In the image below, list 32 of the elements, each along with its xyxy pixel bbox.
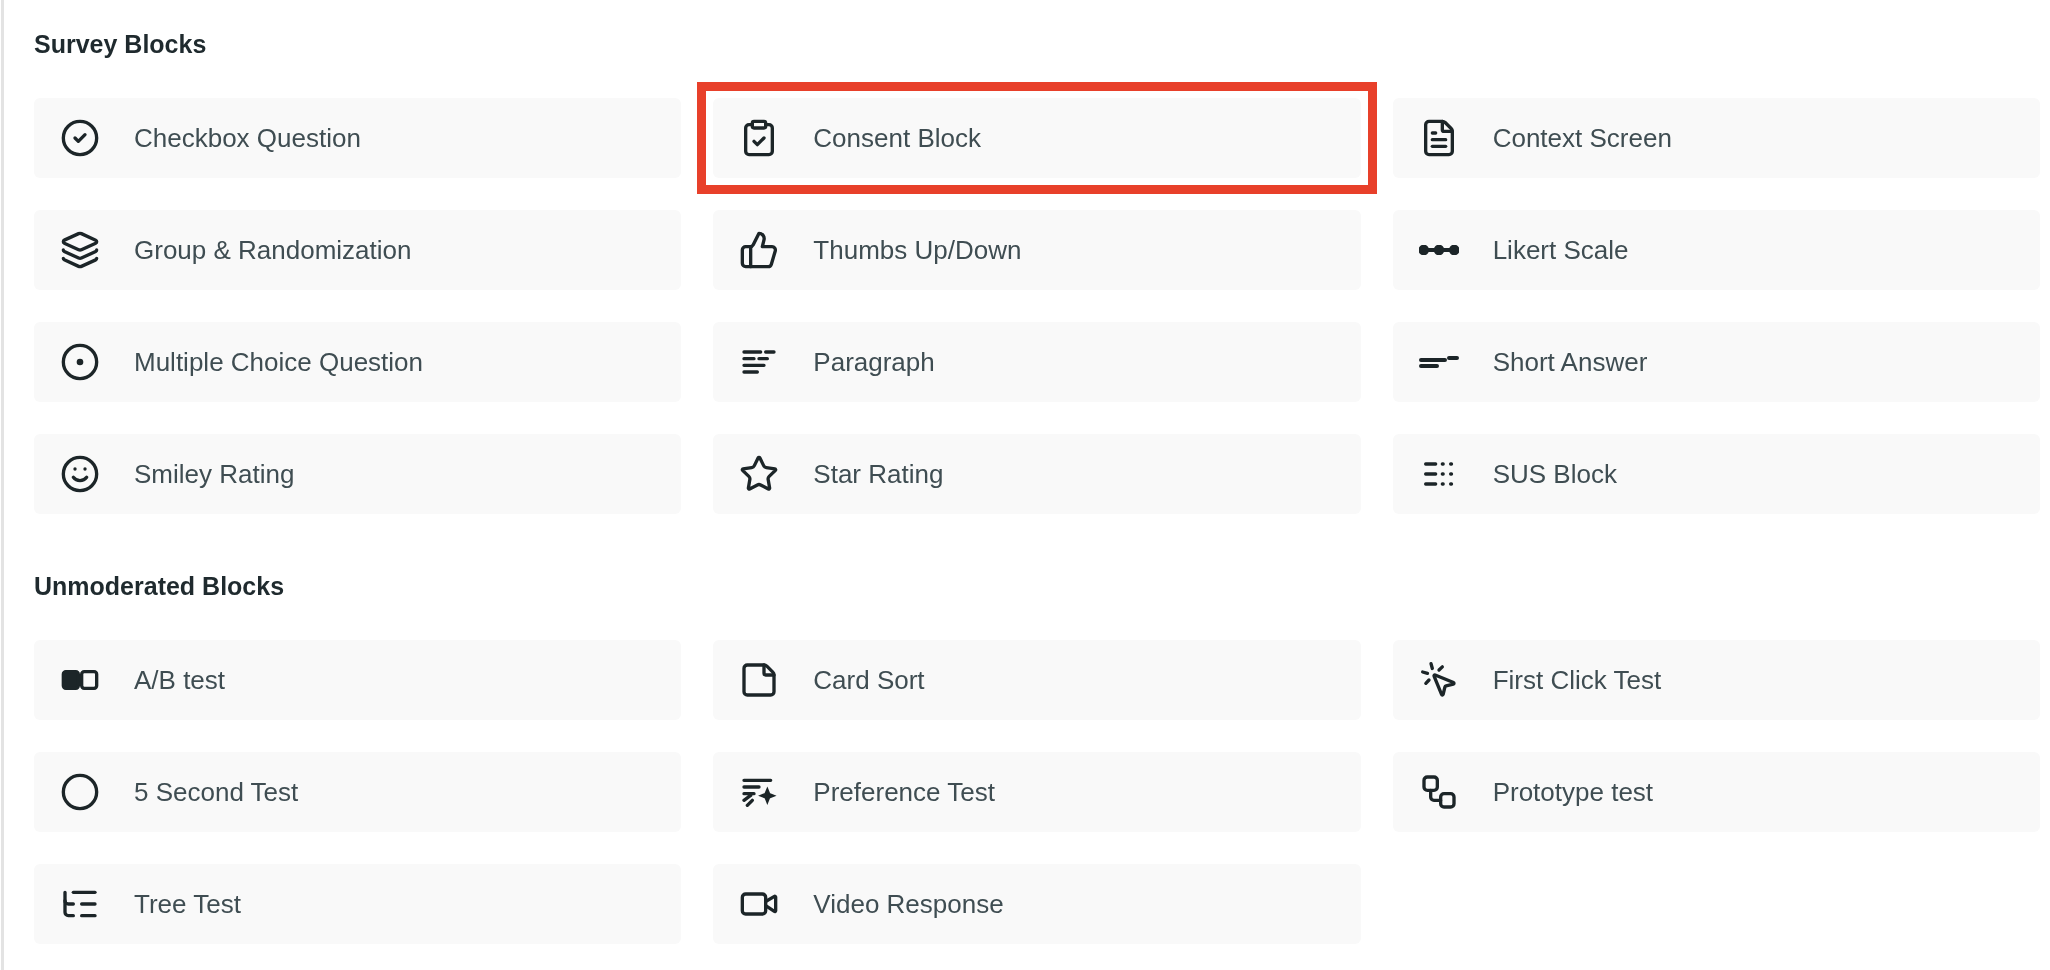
block-option[interactable]: 5 Second Test: [34, 752, 682, 832]
section-heading: Unmoderated Blocks: [34, 571, 285, 602]
star-icon: [739, 454, 780, 494]
block-option[interactable]: Group & Randomization: [34, 210, 682, 290]
block-option[interactable]: A/B test: [34, 640, 682, 720]
block-option[interactable]: Tree Test: [34, 864, 682, 944]
thumbs-up-icon: [739, 230, 780, 270]
circle-icon: [60, 772, 100, 812]
block-option[interactable]: First Click Test: [1392, 640, 2040, 720]
block-option[interactable]: Star Rating: [713, 434, 1361, 514]
block-option[interactable]: Context Screen: [1392, 98, 2040, 178]
block-option[interactable]: SUS Block: [1392, 434, 2040, 514]
block-option[interactable]: Short Answer: [1392, 322, 2040, 402]
block-option[interactable]: Likert Scale: [1392, 210, 2040, 290]
short-lines-icon: [1418, 356, 1459, 368]
block-option[interactable]: Paragraph: [713, 322, 1361, 402]
check-circle-icon: [60, 118, 100, 158]
block-option[interactable]: Checkbox Question: [34, 98, 682, 178]
block-option[interactable]: Smiley Rating: [34, 434, 682, 514]
block-option[interactable]: Thumbs Up/Down: [713, 210, 1361, 290]
block-option[interactable]: Prototype test: [1392, 752, 2040, 832]
block-option[interactable]: Consent Block: [713, 98, 1361, 178]
section-heading: Survey Blocks: [34, 29, 207, 60]
block-option[interactable]: Video Response: [713, 864, 1361, 944]
block-option[interactable]: Preference Test: [713, 752, 1361, 832]
layers-icon: [60, 230, 100, 270]
block-option[interactable]: Multiple Choice Question: [34, 322, 682, 402]
block-option[interactable]: Card Sort: [713, 640, 1361, 720]
smiley-icon: [60, 454, 100, 494]
pointer-click-icon: [1418, 660, 1459, 700]
dotted-line-icon: [1418, 245, 1459, 255]
radio-dot-icon: [60, 342, 100, 382]
